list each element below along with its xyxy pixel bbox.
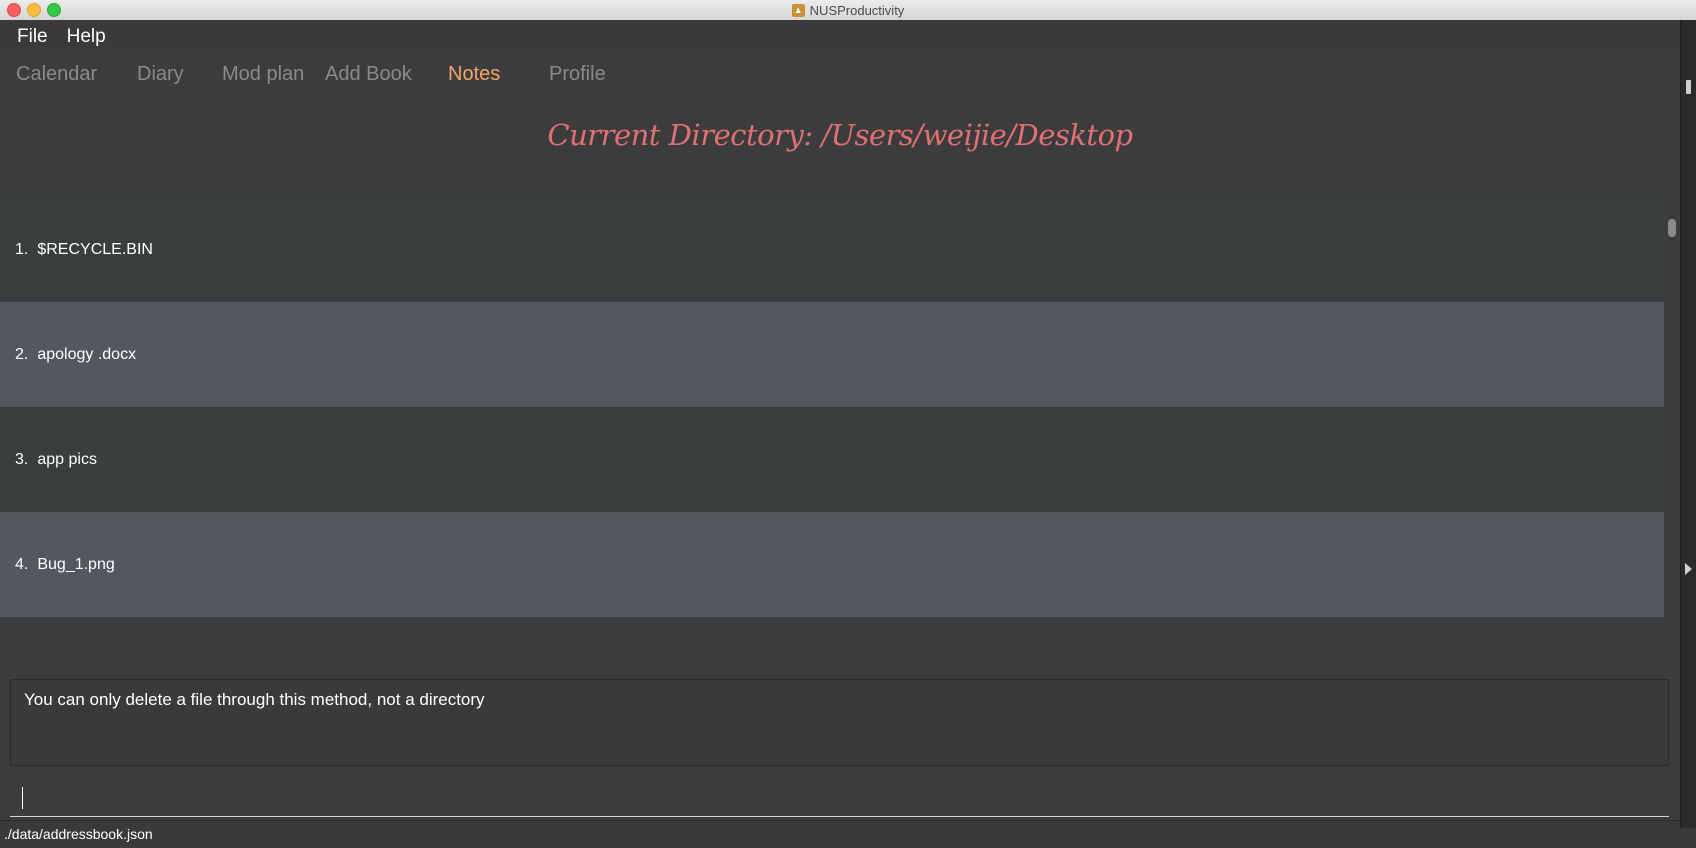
file-name: $RECYCLE.BIN [37, 240, 153, 258]
file-index: 3. [15, 450, 29, 468]
app-icon: ▲ [791, 3, 805, 17]
file-index: 1. [15, 240, 29, 258]
edge-marker [1686, 80, 1691, 94]
adjacent-window-edge [1680, 20, 1696, 828]
tab-mod-plan[interactable]: Mod plan [222, 63, 304, 86]
command-input[interactable] [10, 779, 1669, 817]
file-name: app pics [37, 450, 97, 468]
text-caret [22, 787, 23, 809]
file-list-item[interactable]: 1. $RECYCLE.BIN [0, 197, 1664, 302]
result-display: You can only delete a file through this … [10, 679, 1669, 766]
title-bar: ▲ NUSProductivity [0, 0, 1696, 21]
current-directory-heading: Current Directory: /Users/weijie/Desktop [547, 118, 1133, 152]
status-bar: ./data/addressbook.json [0, 820, 1680, 848]
file-list-item-partial[interactable] [0, 617, 1664, 625]
tab-profile[interactable]: Profile [549, 63, 606, 86]
tab-add-book[interactable]: Add Book [325, 63, 412, 86]
menu-file[interactable]: File [17, 26, 48, 48]
expand-arrow-icon[interactable] [1685, 563, 1692, 575]
window-title: NUSProductivity [809, 2, 905, 18]
menu-bar: File Help [0, 20, 1680, 53]
result-message: You can only delete a file through this … [24, 690, 485, 709]
file-list: 1. $RECYCLE.BIN 2. apology .docx 3. app … [0, 197, 1664, 625]
menu-help[interactable]: Help [67, 26, 106, 48]
file-name: Bug_1.png [37, 555, 115, 573]
tab-diary[interactable]: Diary [137, 63, 184, 86]
window-title-wrap: ▲ NUSProductivity [0, 0, 1696, 20]
file-index: 4. [15, 555, 29, 573]
file-list-item[interactable]: 4. Bug_1.png [0, 512, 1664, 617]
file-name: apology .docx [37, 345, 137, 363]
save-location-path: ./data/addressbook.json [4, 826, 153, 842]
file-list-item[interactable]: 2. apology .docx [0, 302, 1664, 407]
scrollbar-thumb[interactable] [1668, 219, 1676, 237]
file-index: 2. [15, 345, 29, 363]
tab-bar: Calendar Diary Mod plan Add Book Notes P… [0, 53, 1680, 95]
app-window: File Help Calendar Diary Mod plan Add Bo… [0, 20, 1680, 848]
file-list-item[interactable]: 3. app pics [0, 407, 1664, 512]
tab-calendar[interactable]: Calendar [16, 63, 97, 86]
tab-notes[interactable]: Notes [448, 63, 500, 86]
file-list-scrollbar[interactable] [1664, 197, 1680, 625]
